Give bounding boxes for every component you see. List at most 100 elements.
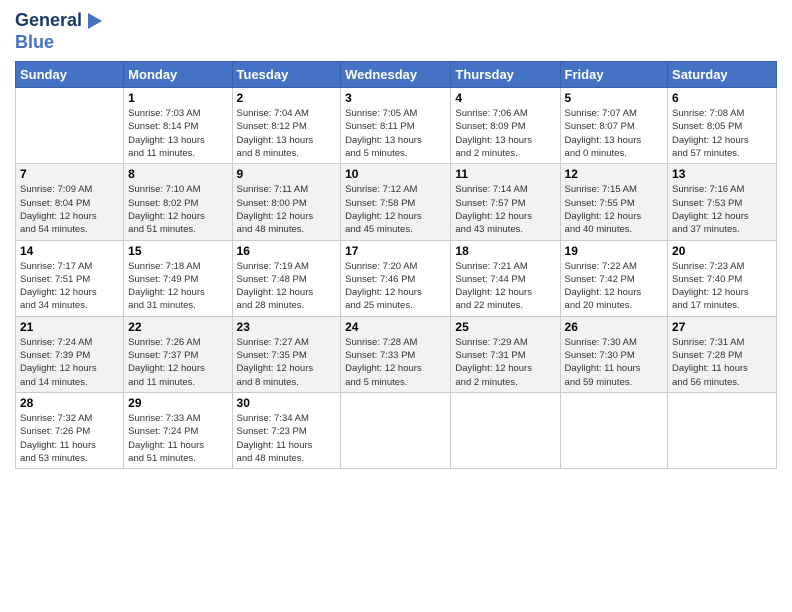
- calendar-cell: 18Sunrise: 7:21 AM Sunset: 7:44 PM Dayli…: [451, 240, 560, 316]
- day-number: 22: [128, 320, 227, 334]
- day-number: 6: [672, 91, 772, 105]
- day-info: Sunrise: 7:09 AM Sunset: 8:04 PM Dayligh…: [20, 183, 119, 236]
- calendar-cell: 30 Sunrise: 7:34 AM Sunset: 7:23 PM Dayli…: [232, 392, 341, 468]
- calendar-cell: [451, 392, 560, 468]
- calendar-cell: 3Sunrise: 7:05 AM Sunset: 8:11 PM Daylig…: [341, 88, 451, 164]
- day-number: 13: [672, 167, 772, 181]
- calendar-cell: 6 Sunrise: 7:08 AM Sunset: 8:05 PM Daylig…: [668, 88, 777, 164]
- day-number: 10: [345, 167, 446, 181]
- day-number: 26: [565, 320, 664, 334]
- day-number: 23: [237, 320, 337, 334]
- day-info: Sunrise: 7:15 AM Sunset: 7:55 PM Dayligh…: [565, 183, 664, 236]
- day-info: Sunrise: 7:12 AM Sunset: 7:58 PM Dayligh…: [345, 183, 446, 236]
- day-info: Sunrise: 7:22 AM Sunset: 7:42 PM Dayligh…: [565, 260, 664, 313]
- calendar-cell: 25 Sunrise: 7:29 AM Sunset: 7:31 PM Dayli…: [451, 316, 560, 392]
- day-info: Sunrise: 7:33 AM Sunset: 7:24 PM Dayligh…: [128, 412, 227, 465]
- calendar-cell: [560, 392, 668, 468]
- calendar-cell: 14 Sunrise: 7:17 AM Sunset: 7:51 PM Dayli…: [16, 240, 124, 316]
- day-number: 2: [237, 91, 337, 105]
- logo-triangle-icon: [84, 11, 104, 31]
- col-header-wednesday: Wednesday: [341, 62, 451, 88]
- day-number: 29: [128, 396, 227, 410]
- day-info: Sunrise: 7:08 AM Sunset: 8:05 PM Dayligh…: [672, 107, 772, 160]
- col-header-sunday: Sunday: [16, 62, 124, 88]
- calendar-week-row: 14 Sunrise: 7:17 AM Sunset: 7:51 PM Dayli…: [16, 240, 777, 316]
- calendar-cell: 5Sunrise: 7:07 AM Sunset: 8:07 PM Daylig…: [560, 88, 668, 164]
- calendar-week-row: 1 Sunrise: 7:03 AM Sunset: 8:14 PM Daylig…: [16, 88, 777, 164]
- day-number: 17: [345, 244, 446, 258]
- logo-text-general: General: [15, 10, 82, 32]
- calendar-cell: 1 Sunrise: 7:03 AM Sunset: 8:14 PM Daylig…: [124, 88, 232, 164]
- day-number: 18: [455, 244, 555, 258]
- day-info: Sunrise: 7:19 AM Sunset: 7:48 PM Dayligh…: [237, 260, 337, 313]
- calendar-header-row: SundayMondayTuesdayWednesdayThursdayFrid…: [16, 62, 777, 88]
- day-info: Sunrise: 7:17 AM Sunset: 7:51 PM Dayligh…: [20, 260, 119, 313]
- calendar-cell: 26 Sunrise: 7:30 AM Sunset: 7:30 PM Dayli…: [560, 316, 668, 392]
- day-number: 1: [128, 91, 227, 105]
- day-info: Sunrise: 7:06 AM Sunset: 8:09 PM Dayligh…: [455, 107, 555, 160]
- day-number: 27: [672, 320, 772, 334]
- calendar-cell: 9 Sunrise: 7:11 AM Sunset: 8:00 PM Daylig…: [232, 164, 341, 240]
- col-header-saturday: Saturday: [668, 62, 777, 88]
- calendar-week-row: 21Sunrise: 7:24 AM Sunset: 7:39 PM Dayli…: [16, 316, 777, 392]
- calendar-cell: 8Sunrise: 7:10 AM Sunset: 8:02 PM Daylig…: [124, 164, 232, 240]
- logo: General Blue: [15, 10, 104, 53]
- day-number: 24: [345, 320, 446, 334]
- calendar-cell: 16 Sunrise: 7:19 AM Sunset: 7:48 PM Dayli…: [232, 240, 341, 316]
- logo-text-blue: Blue: [15, 32, 54, 54]
- col-header-monday: Monday: [124, 62, 232, 88]
- calendar-table: SundayMondayTuesdayWednesdayThursdayFrid…: [15, 61, 777, 469]
- col-header-tuesday: Tuesday: [232, 62, 341, 88]
- day-info: Sunrise: 7:28 AM Sunset: 7:33 PM Dayligh…: [345, 336, 446, 389]
- day-number: 7: [20, 167, 119, 181]
- calendar-cell: 24 Sunrise: 7:28 AM Sunset: 7:33 PM Dayli…: [341, 316, 451, 392]
- day-info: Sunrise: 7:18 AM Sunset: 7:49 PM Dayligh…: [128, 260, 227, 313]
- day-number: 4: [455, 91, 555, 105]
- day-number: 20: [672, 244, 772, 258]
- calendar-cell: 11 Sunrise: 7:14 AM Sunset: 7:57 PM Dayli…: [451, 164, 560, 240]
- calendar-cell: 28 Sunrise: 7:32 AM Sunset: 7:26 PM Dayli…: [16, 392, 124, 468]
- day-number: 11: [455, 167, 555, 181]
- calendar-cell: 20 Sunrise: 7:23 AM Sunset: 7:40 PM Dayli…: [668, 240, 777, 316]
- calendar-week-row: 28 Sunrise: 7:32 AM Sunset: 7:26 PM Dayli…: [16, 392, 777, 468]
- calendar-cell: 10 Sunrise: 7:12 AM Sunset: 7:58 PM Dayli…: [341, 164, 451, 240]
- calendar-cell: 19 Sunrise: 7:22 AM Sunset: 7:42 PM Dayli…: [560, 240, 668, 316]
- day-number: 9: [237, 167, 337, 181]
- day-info: Sunrise: 7:27 AM Sunset: 7:35 PM Dayligh…: [237, 336, 337, 389]
- day-info: Sunrise: 7:29 AM Sunset: 7:31 PM Dayligh…: [455, 336, 555, 389]
- day-number: 15: [128, 244, 227, 258]
- day-info: Sunrise: 7:34 AM Sunset: 7:23 PM Dayligh…: [237, 412, 337, 465]
- day-number: 28: [20, 396, 119, 410]
- day-info: Sunrise: 7:03 AM Sunset: 8:14 PM Dayligh…: [128, 107, 227, 160]
- calendar-cell: 27 Sunrise: 7:31 AM Sunset: 7:28 PM Dayli…: [668, 316, 777, 392]
- day-number: 16: [237, 244, 337, 258]
- calendar-cell: 29 Sunrise: 7:33 AM Sunset: 7:24 PM Dayli…: [124, 392, 232, 468]
- col-header-thursday: Thursday: [451, 62, 560, 88]
- calendar-cell: 7 Sunrise: 7:09 AM Sunset: 8:04 PM Daylig…: [16, 164, 124, 240]
- calendar-cell: 17Sunrise: 7:20 AM Sunset: 7:46 PM Dayli…: [341, 240, 451, 316]
- calendar-cell: 13Sunrise: 7:16 AM Sunset: 7:53 PM Dayli…: [668, 164, 777, 240]
- day-info: Sunrise: 7:07 AM Sunset: 8:07 PM Dayligh…: [565, 107, 664, 160]
- calendar-cell: 12 Sunrise: 7:15 AM Sunset: 7:55 PM Dayli…: [560, 164, 668, 240]
- day-number: 8: [128, 167, 227, 181]
- day-info: Sunrise: 7:31 AM Sunset: 7:28 PM Dayligh…: [672, 336, 772, 389]
- calendar-cell: [341, 392, 451, 468]
- calendar-cell: 21Sunrise: 7:24 AM Sunset: 7:39 PM Dayli…: [16, 316, 124, 392]
- calendar-cell: 22Sunrise: 7:26 AM Sunset: 7:37 PM Dayli…: [124, 316, 232, 392]
- day-number: 30: [237, 396, 337, 410]
- day-info: Sunrise: 7:32 AM Sunset: 7:26 PM Dayligh…: [20, 412, 119, 465]
- calendar-cell: [668, 392, 777, 468]
- calendar-cell: 2Sunrise: 7:04 AM Sunset: 8:12 PM Daylig…: [232, 88, 341, 164]
- day-info: Sunrise: 7:14 AM Sunset: 7:57 PM Dayligh…: [455, 183, 555, 236]
- calendar-cell: 15 Sunrise: 7:18 AM Sunset: 7:49 PM Dayli…: [124, 240, 232, 316]
- day-info: Sunrise: 7:23 AM Sunset: 7:40 PM Dayligh…: [672, 260, 772, 313]
- calendar-cell: [16, 88, 124, 164]
- day-number: 19: [565, 244, 664, 258]
- day-info: Sunrise: 7:11 AM Sunset: 8:00 PM Dayligh…: [237, 183, 337, 236]
- day-info: Sunrise: 7:30 AM Sunset: 7:30 PM Dayligh…: [565, 336, 664, 389]
- day-number: 14: [20, 244, 119, 258]
- day-number: 12: [565, 167, 664, 181]
- day-info: Sunrise: 7:24 AM Sunset: 7:39 PM Dayligh…: [20, 336, 119, 389]
- page-header: General Blue: [15, 10, 777, 53]
- day-number: 25: [455, 320, 555, 334]
